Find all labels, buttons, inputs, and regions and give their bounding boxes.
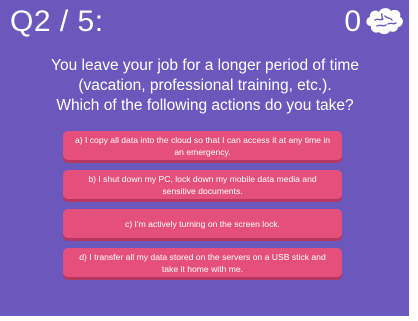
score-value: 0 [344, 5, 361, 38]
bottom-margin [0, 316, 409, 321]
quiz-screen: Q2 / 5: 0 You leave your job for a longe… [0, 0, 409, 316]
answer-d-button[interactable]: d) I transfer all my data stored on the … [63, 248, 342, 277]
question-line: (vacation, professional training, etc.). [78, 77, 332, 94]
answer-a-button[interactable]: a) I copy all data into the cloud so tha… [63, 131, 342, 160]
answer-c-button[interactable]: c) I'm actively turning on the screen lo… [63, 209, 342, 238]
right-margin [409, 0, 418, 321]
answer-list: a) I copy all data into the cloud so tha… [63, 131, 342, 287]
question-line: Which of the following actions do you ta… [56, 97, 354, 114]
question-line: You leave your job for a longer period o… [51, 57, 359, 74]
answer-b-button[interactable]: b) I shut down my PC, lock down my mobil… [63, 170, 342, 199]
brain-icon [366, 8, 403, 35]
question-text: You leave your job for a longer period o… [30, 56, 380, 116]
question-counter: Q2 / 5: [10, 5, 104, 38]
